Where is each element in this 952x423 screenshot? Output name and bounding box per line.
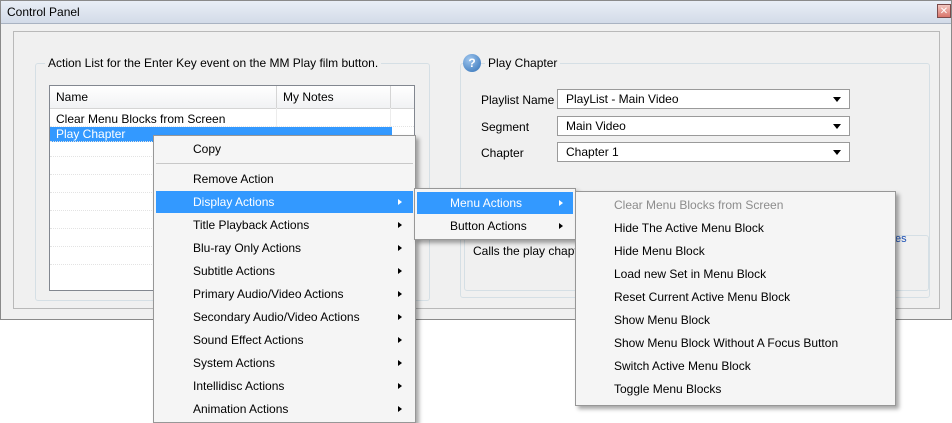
submenu-arrow-icon	[398, 314, 402, 320]
menu-item-label: System Actions	[193, 356, 276, 370]
chapter-label: Chapter	[481, 146, 524, 160]
close-icon[interactable]: ✕	[937, 4, 951, 18]
menu-item-sound-effect-actions[interactable]: Sound Effect Actions	[156, 329, 413, 351]
menu-item-label: Title Playback Actions	[193, 218, 310, 232]
menu-item-label: Display Actions	[193, 195, 275, 209]
submenu-arrow-icon	[398, 199, 402, 205]
submenu-arrow-icon	[398, 245, 402, 251]
menu-item-label: Remove Action	[193, 172, 274, 186]
menu-item-reset-current-active[interactable]: Reset Current Active Menu Block	[578, 286, 893, 308]
submenu-arrow-icon	[559, 200, 563, 206]
menu-item-label: Animation Actions	[193, 402, 289, 416]
play-chapter-group-label: Play Chapter	[485, 56, 561, 70]
menu-item-remove-action[interactable]: Remove Action	[156, 168, 413, 190]
menu-item-subtitle-actions[interactable]: Subtitle Actions	[156, 260, 413, 282]
dropdown-arrow-icon	[833, 150, 841, 155]
menu-item-label: Hide The Active Menu Block	[614, 221, 764, 235]
menu-item-label: Secondary Audio/Video Actions	[193, 310, 360, 324]
menu-item-label: Hide Menu Block	[614, 244, 705, 258]
menu-item-label: Load new Set in Menu Block	[614, 267, 767, 281]
menu-actions-submenu: Clear Menu Blocks from Screen Hide The A…	[575, 191, 896, 406]
submenu-arrow-icon	[398, 337, 402, 343]
submenu-arrow-icon	[398, 406, 402, 412]
column-divider[interactable]	[390, 86, 391, 108]
playlist-name-select[interactable]: PlayList - Main Video	[557, 89, 850, 109]
menu-item-label: Show Menu Block Without A Focus Button	[614, 336, 839, 350]
menu-item-hide-menu-block[interactable]: Hide Menu Block	[578, 240, 893, 262]
submenu-arrow-icon	[398, 222, 402, 228]
title-bar: Control Panel ✕	[1, 1, 951, 24]
column-header-name[interactable]: Name	[56, 90, 88, 104]
menu-item-toggle-menu-blocks[interactable]: Toggle Menu Blocks	[578, 378, 893, 400]
menu-item-label: Subtitle Actions	[193, 264, 276, 278]
menu-item-label: Toggle Menu Blocks	[614, 382, 722, 396]
menu-item-label: Menu Actions	[450, 196, 523, 210]
table-row[interactable]: Clear Menu Blocks from Screen	[50, 112, 414, 127]
menu-item-label: Switch Active Menu Block	[614, 359, 751, 373]
action-list-group-label: Action List for the Enter Key event on t…	[45, 56, 382, 70]
menu-item-menu-actions[interactable]: Menu Actions	[417, 192, 573, 214]
menu-item-label: Clear Menu Blocks from Screen	[614, 198, 784, 212]
column-header-my-notes[interactable]: My Notes	[283, 90, 334, 104]
menu-item-label: Copy	[193, 142, 222, 156]
action-list-header: Name My Notes	[50, 86, 414, 109]
chapter-value: Chapter 1	[566, 145, 619, 159]
menu-item-button-actions[interactable]: Button Actions	[417, 215, 573, 237]
help-circle-icon[interactable]: ?	[463, 54, 481, 72]
menu-item-show-menu-block-no-focus[interactable]: Show Menu Block Without A Focus Button	[578, 332, 893, 354]
submenu-arrow-icon	[398, 360, 402, 366]
segment-value: Main Video	[566, 119, 626, 133]
row-name-cell: Clear Menu Blocks from Screen	[56, 112, 226, 126]
action-description: Calls the play chapter	[473, 244, 576, 258]
menu-item-switch-active-menu-block[interactable]: Switch Active Menu Block	[578, 355, 893, 377]
menu-item-show-menu-block[interactable]: Show Menu Block	[578, 309, 893, 331]
window-title: Control Panel	[7, 5, 80, 19]
menu-item-primary-audio-video-actions[interactable]: Primary Audio/Video Actions	[156, 283, 413, 305]
playlist-name-value: PlayList - Main Video	[566, 92, 679, 106]
menu-item-secondary-audio-video-actions[interactable]: Secondary Audio/Video Actions	[156, 306, 413, 328]
dropdown-arrow-icon	[833, 124, 841, 129]
context-menu: Copy Remove Action Display Actions Title…	[153, 135, 416, 423]
playlist-name-label: Playlist Name	[481, 93, 555, 107]
segment-label: Segment	[481, 120, 530, 134]
menu-item-animation-actions[interactable]: Animation Actions	[156, 398, 413, 420]
menu-item-label: Primary Audio/Video Actions	[193, 287, 344, 301]
submenu-arrow-icon	[398, 291, 402, 297]
menu-item-label: Intellidisc Actions	[193, 379, 285, 393]
menu-item-hide-active-menu-block[interactable]: Hide The Active Menu Block	[578, 217, 893, 239]
menu-item-label: Button Actions	[450, 219, 527, 233]
menu-item-copy[interactable]: Copy	[156, 138, 413, 160]
column-divider[interactable]	[276, 86, 277, 108]
submenu-arrow-icon	[398, 268, 402, 274]
row-name-cell: Play Chapter	[56, 127, 126, 141]
submenu-arrow-icon	[559, 223, 563, 229]
menu-item-load-new-set[interactable]: Load new Set in Menu Block	[578, 263, 893, 285]
segment-select[interactable]: Main Video	[557, 116, 850, 136]
menu-item-title-playback-actions[interactable]: Title Playback Actions	[156, 214, 413, 236]
submenu-arrow-icon	[398, 383, 402, 389]
menu-item-clear-menu-blocks[interactable]: Clear Menu Blocks from Screen	[578, 194, 893, 216]
properties-link-fragment[interactable]: es	[895, 233, 907, 245]
dropdown-arrow-icon	[833, 97, 841, 102]
menu-item-label: Sound Effect Actions	[193, 333, 304, 347]
menu-separator	[156, 163, 413, 164]
menu-item-label: Show Menu Block	[614, 313, 711, 327]
menu-item-intellidisc-actions[interactable]: Intellidisc Actions	[156, 375, 413, 397]
menu-item-system-actions[interactable]: System Actions	[156, 352, 413, 374]
menu-item-label: Blu-ray Only Actions	[193, 241, 302, 255]
menu-item-label: Reset Current Active Menu Block	[614, 290, 791, 304]
chapter-select[interactable]: Chapter 1	[557, 142, 850, 162]
menu-item-display-actions[interactable]: Display Actions	[156, 191, 413, 213]
menu-item-blu-ray-only-actions[interactable]: Blu-ray Only Actions	[156, 237, 413, 259]
display-actions-submenu: Menu Actions Button Actions	[414, 188, 576, 240]
